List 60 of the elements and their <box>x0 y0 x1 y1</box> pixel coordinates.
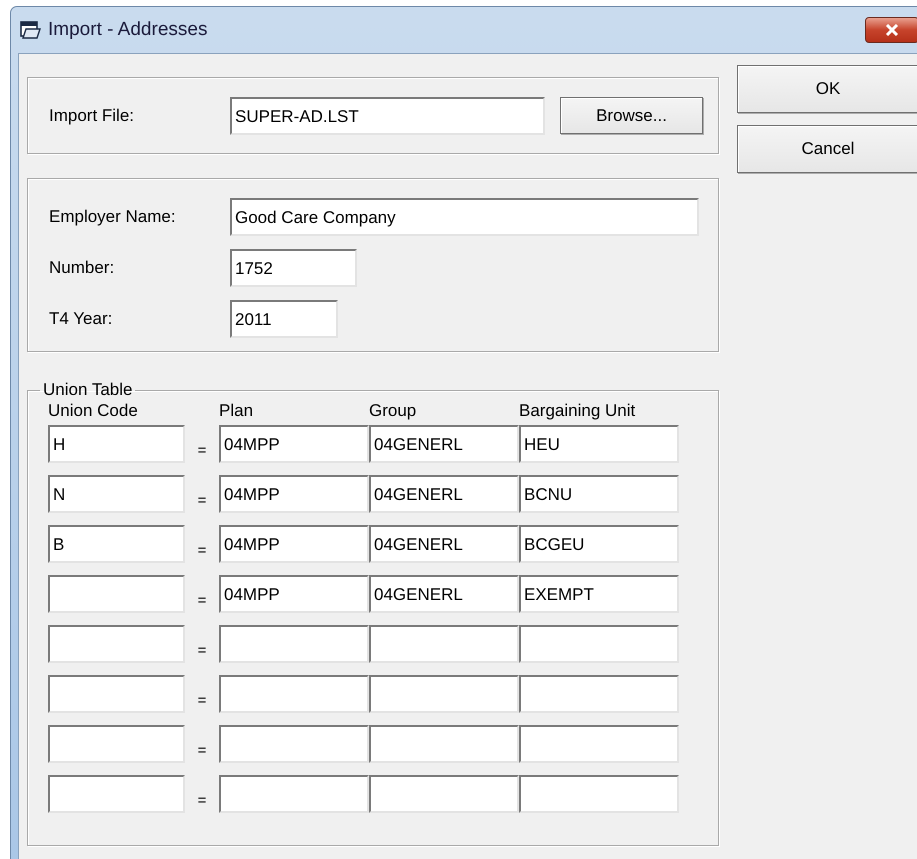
union-code-field[interactable] <box>48 575 185 613</box>
group-title: Union Table <box>42 380 134 400</box>
equals-sign: = <box>196 692 208 711</box>
app-icon <box>20 20 42 40</box>
group-field[interactable] <box>369 625 519 663</box>
bargaining-unit-field[interactable]: BCGEU <box>519 525 679 563</box>
bargaining-unit-field[interactable] <box>519 725 679 763</box>
group-field[interactable]: 04GENERL <box>369 575 519 613</box>
close-icon <box>885 24 899 36</box>
column-header: Plan <box>219 401 254 421</box>
field-label: Import File: <box>49 106 136 126</box>
plan-field[interactable] <box>219 725 369 763</box>
dialog-button[interactable]: Cancel <box>737 125 917 173</box>
union-code-field[interactable] <box>48 675 185 713</box>
union-code-field[interactable] <box>48 725 185 763</box>
employer-name-field[interactable]: Good Care Company <box>230 198 699 236</box>
plan-field[interactable]: 04MPP <box>219 525 369 563</box>
plan-field[interactable]: 04MPP <box>219 425 369 463</box>
plan-field[interactable]: 04MPP <box>219 475 369 513</box>
bargaining-unit-field[interactable] <box>519 675 679 713</box>
group-field[interactable] <box>369 775 519 813</box>
year-field[interactable]: 2011 <box>230 300 338 338</box>
field-label: Number: <box>49 258 114 278</box>
group-field[interactable]: 04GENERL <box>369 475 519 513</box>
equals-sign: = <box>196 792 208 811</box>
dialog-button[interactable]: OK <box>737 65 917 113</box>
plan-field[interactable] <box>219 675 369 713</box>
plan-field[interactable] <box>219 625 369 663</box>
union-code-field[interactable]: B <box>48 525 185 563</box>
plan-field[interactable] <box>219 775 369 813</box>
group-field[interactable]: 04GENERL <box>369 425 519 463</box>
number-field[interactable]: 1752 <box>230 249 357 287</box>
import-file-field[interactable]: SUPER-AD.LST <box>230 96 545 134</box>
union-code-field[interactable]: N <box>48 475 185 513</box>
equals-sign: = <box>196 492 208 511</box>
equals-sign: = <box>196 592 208 611</box>
column-header: Group <box>369 401 418 421</box>
bargaining-unit-field[interactable] <box>519 775 679 813</box>
union-code-field[interactable]: H <box>48 425 185 463</box>
equals-sign: = <box>196 442 208 461</box>
union-code-field[interactable] <box>48 625 185 663</box>
bargaining-unit-field[interactable]: EXEMPT <box>519 575 679 613</box>
equals-sign: = <box>196 742 208 761</box>
equals-sign: = <box>196 542 208 561</box>
plan-field[interactable]: 04MPP <box>219 575 369 613</box>
field-label: T4 Year: <box>49 309 112 329</box>
group-field[interactable] <box>369 725 519 763</box>
field-label: Employer Name: <box>49 207 176 227</box>
bargaining-unit-field[interactable]: HEU <box>519 425 679 463</box>
column-header: Bargaining Unit <box>519 401 636 421</box>
column-header: Union Code <box>48 401 139 421</box>
union-code-field[interactable] <box>48 775 185 813</box>
equals-sign: = <box>196 642 208 661</box>
group-field[interactable]: 04GENERL <box>369 525 519 563</box>
group-field[interactable] <box>369 675 519 713</box>
bargaining-unit-field[interactable] <box>519 625 679 663</box>
close-button[interactable] <box>865 17 917 43</box>
window-title: Import - Addresses <box>48 19 208 41</box>
bargaining-unit-field[interactable]: BCNU <box>519 475 679 513</box>
browse-button[interactable]: Browse... <box>560 97 703 134</box>
